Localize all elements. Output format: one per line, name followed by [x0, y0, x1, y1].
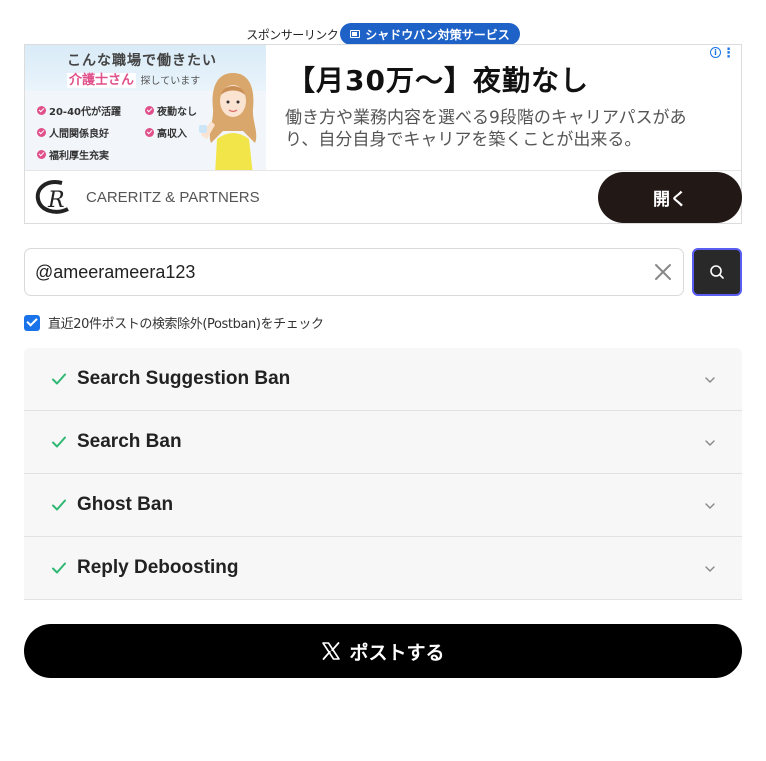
ad-feature: 福利厚生充実 — [37, 147, 109, 162]
ad-image-line2: 介護士さん 探しています — [67, 69, 200, 88]
ad-image[interactable]: こんな職場で働きたい 介護士さん 探しています 20-40代が活躍 夜勤なし 人… — [25, 45, 266, 170]
ad-brand-name: CARERITZ & PARTNERS — [86, 189, 260, 206]
ad-feature: 高収入 — [145, 125, 187, 140]
x-logo-icon — [322, 642, 341, 660]
sponsor-label: スポンサーリンク — [246, 27, 339, 42]
result-title: Search Suggestion Ban — [77, 368, 291, 389]
nurse-illustration — [199, 73, 257, 170]
chevron-down-icon — [705, 440, 715, 446]
ad-feature: 人間関係良好 — [37, 125, 109, 140]
chevron-down-icon — [705, 503, 715, 509]
ad-body-text[interactable]: 働き方や業務内容を選べる9段階のキャリアパスがあり、自分自身でキャリアを築くこと… — [285, 107, 705, 151]
check-dot-icon — [37, 106, 46, 115]
ad-footer: R CARERITZ & PARTNERS 開く — [25, 170, 742, 223]
result-item-search-suggestion-ban[interactable]: Search Suggestion Ban — [24, 348, 742, 411]
check-dot-icon — [145, 106, 154, 115]
post-to-x-button[interactable]: ポストする — [24, 624, 742, 678]
check-dot-icon — [145, 128, 154, 137]
check-dot-icon — [37, 150, 46, 159]
search-icon — [710, 265, 724, 279]
postban-label[interactable]: 直近20件ポストの検索除外(Postban)をチェック — [48, 313, 324, 332]
ad-feature: 夜勤なし — [145, 103, 197, 118]
result-item-search-ban[interactable]: Search Ban — [24, 411, 742, 474]
search-button[interactable] — [692, 248, 742, 296]
badge-label: シャドウバン対策サービス — [365, 27, 510, 42]
postban-option[interactable]: 直近20件ポストの検索除外(Postban)をチェック — [24, 313, 324, 332]
check-icon — [52, 499, 66, 511]
check-icon — [52, 562, 66, 574]
close-icon[interactable] — [653, 262, 673, 282]
check-icon — [52, 373, 66, 385]
result-title: Ghost Ban — [77, 494, 174, 515]
chevron-down-icon — [705, 566, 715, 572]
postban-checkbox[interactable] — [24, 314, 40, 331]
info-icon[interactable]: i — [710, 47, 721, 58]
sponsor-row: スポンサーリンク シャドウバン対策サービス — [0, 22, 766, 46]
ad-image-line2-rest: 探しています — [140, 76, 201, 87]
result-item-reply-deboosting[interactable]: Reply Deboosting — [24, 537, 742, 600]
result-item-ghost-ban[interactable]: Ghost Ban — [24, 474, 742, 537]
username-input[interactable] — [35, 249, 645, 295]
ad-box-icon — [350, 30, 361, 38]
ad-banner[interactable]: こんな職場で働きたい 介護士さん 探しています 20-40代が活躍 夜勤なし 人… — [24, 44, 742, 224]
ad-open-button[interactable]: 開く — [598, 172, 742, 223]
check-icon — [52, 436, 66, 448]
check-dot-icon — [37, 128, 46, 137]
ad-image-highlight: 介護士さん — [67, 73, 137, 88]
ad-headline[interactable]: 【月30万〜】夜勤なし — [287, 59, 589, 99]
ad-feature: 20-40代が活躍 — [37, 103, 121, 118]
result-title: Reply Deboosting — [77, 557, 239, 578]
post-button-label: ポストする — [349, 642, 445, 664]
careritz-logo-icon: R — [35, 180, 69, 214]
result-title: Search Ban — [77, 431, 182, 452]
shadowban-service-badge[interactable]: シャドウバン対策サービス — [340, 23, 520, 45]
chevron-down-icon — [705, 377, 715, 383]
more-vert-icon[interactable]: ⋮ — [722, 46, 735, 61]
svg-text:R: R — [47, 188, 65, 213]
username-search-box — [24, 248, 684, 296]
